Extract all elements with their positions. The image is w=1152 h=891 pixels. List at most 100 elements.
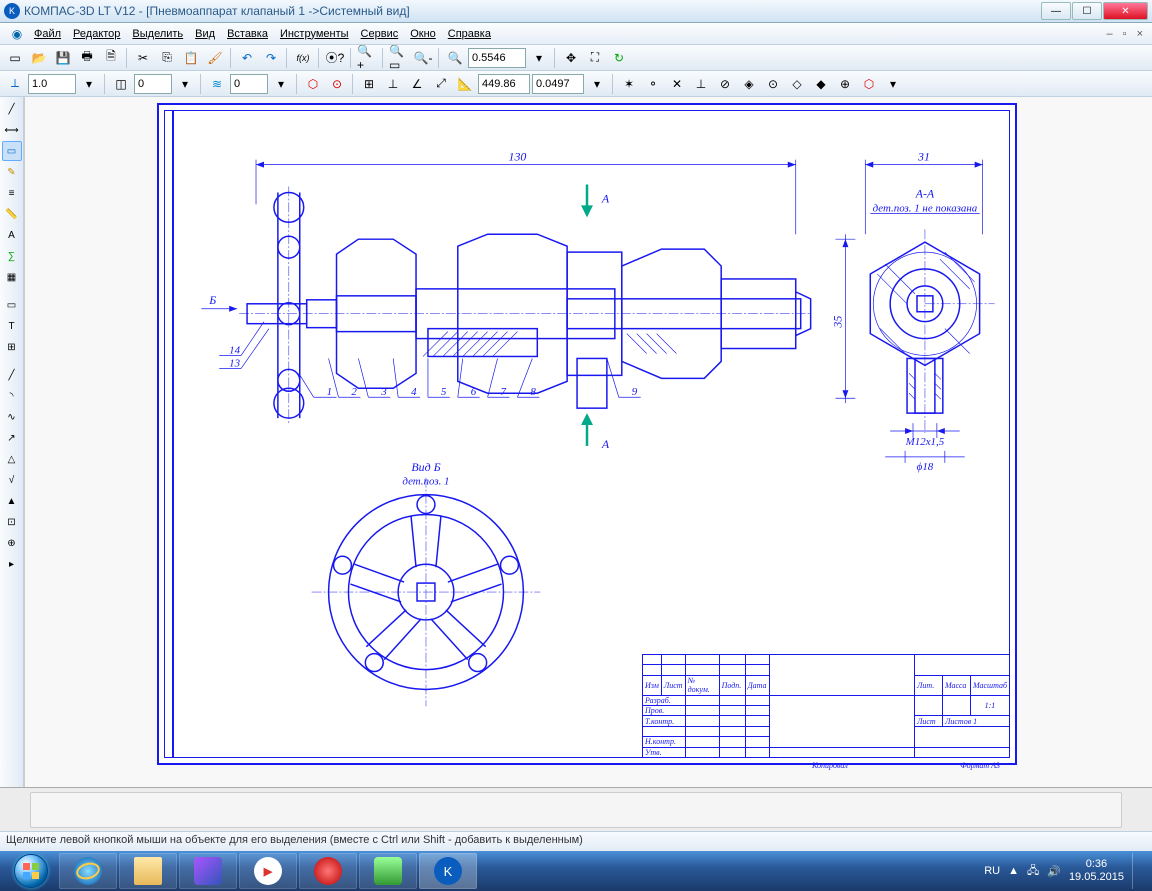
maximize-button[interactable]: ☐ <box>1072 2 1102 20</box>
snap-int-icon[interactable]: ✕ <box>666 73 688 95</box>
snap-tan-icon[interactable]: ⊘ <box>714 73 736 95</box>
tool-edit-icon[interactable]: ✎ <box>2 162 22 182</box>
menu-window[interactable]: Окно <box>404 26 442 42</box>
menu-insert[interactable]: Вставка <box>221 26 274 42</box>
tool-table-icon[interactable]: ⊞ <box>2 337 22 357</box>
track-icon[interactable]: ⤢ <box>430 73 452 95</box>
undo-icon[interactable]: ↶ <box>236 47 258 69</box>
save-icon[interactable]: 💾 <box>52 47 74 69</box>
tool-line-icon[interactable]: ╱ <box>2 365 22 385</box>
tool-arc-icon[interactable]: ◝ <box>2 386 22 406</box>
minimize-button[interactable]: — <box>1041 2 1071 20</box>
dropdown-icon[interactable]: ▾ <box>586 73 608 95</box>
dropdown-icon[interactable]: ▾ <box>270 73 292 95</box>
menu-select[interactable]: Выделить <box>126 26 189 42</box>
dropdown-icon[interactable]: ▾ <box>174 73 196 95</box>
zoom-window-icon[interactable]: 🔍▭ <box>388 47 410 69</box>
dropdown-icon[interactable]: ▾ <box>528 47 550 69</box>
pan-icon[interactable]: ✥ <box>560 47 582 69</box>
copy-icon[interactable]: ⎘ <box>156 47 178 69</box>
snap-magnet-icon[interactable]: ⊙ <box>326 73 348 95</box>
tool-tolerance-icon[interactable]: ⊡ <box>2 512 22 532</box>
snap-end-icon[interactable]: ✶ <box>618 73 640 95</box>
fit-icon[interactable]: ⛶ <box>584 47 606 69</box>
snap-node-icon[interactable]: ◇ <box>786 73 808 95</box>
tool-measure-icon[interactable]: 📏 <box>2 204 22 224</box>
taskbar-app3[interactable] <box>359 853 417 889</box>
layer-input[interactable] <box>134 74 172 94</box>
tray-flag-icon[interactable]: ▲ <box>1008 865 1019 877</box>
dropdown-icon[interactable]: ▾ <box>882 73 904 95</box>
dropdown-icon[interactable]: ▾ <box>78 73 100 95</box>
snap-near-icon[interactable]: ◈ <box>738 73 760 95</box>
snap-icon[interactable]: ⟂ <box>4 73 26 95</box>
menu-view[interactable]: Вид <box>189 26 221 42</box>
tool-dim-icon[interactable]: ⟷ <box>2 120 22 140</box>
mdi-minimize[interactable]: – <box>1104 28 1116 40</box>
tray-network-icon[interactable]: 🖧 <box>1027 862 1039 881</box>
drawing-canvas[interactable]: 130 31 А А <box>24 97 1152 787</box>
zoom-tool-icon[interactable]: 🔍 <box>444 47 466 69</box>
tool-rough-icon[interactable]: √ <box>2 470 22 490</box>
zoom-value-input[interactable] <box>468 48 526 68</box>
line-width-input[interactable] <box>28 74 76 94</box>
refresh-icon[interactable]: ↻ <box>608 47 630 69</box>
help-pointer-icon[interactable]: ⦿? <box>324 47 346 69</box>
taskbar-explorer[interactable] <box>119 853 177 889</box>
tray-lang[interactable]: RU <box>984 865 1000 877</box>
coord-y-input[interactable] <box>532 74 584 94</box>
style-input[interactable] <box>230 74 268 94</box>
tool-hatch-icon[interactable]: ▦ <box>2 267 22 287</box>
snap-quad-icon[interactable]: ◆ <box>810 73 832 95</box>
layer-icon[interactable]: ◫ <box>110 73 132 95</box>
snap-center-icon[interactable]: ⊙ <box>762 73 784 95</box>
coord-x-input[interactable] <box>478 74 530 94</box>
taskbar-app1[interactable] <box>179 853 237 889</box>
snap-perp-icon[interactable]: ⊥ <box>690 73 712 95</box>
tool-rect-icon[interactable]: ▭ <box>2 295 22 315</box>
tool-leader-icon[interactable]: ↗ <box>2 428 22 448</box>
zoom-out-icon[interactable]: 🔍- <box>412 47 434 69</box>
snap-ins-icon[interactable]: ⊕ <box>834 73 856 95</box>
style-icon[interactable]: ≋ <box>206 73 228 95</box>
tool-select-icon[interactable]: ▭ <box>2 141 22 161</box>
tool-text2-icon[interactable]: T <box>2 316 22 336</box>
menu-help[interactable]: Справка <box>442 26 497 42</box>
tray-volume-icon[interactable]: 🔊 <box>1047 865 1061 878</box>
snap-para-icon[interactable]: ⬡ <box>858 73 880 95</box>
expand-icon[interactable]: ▸ <box>2 554 22 574</box>
taskbar-ie[interactable] <box>59 853 117 889</box>
menu-service[interactable]: Сервис <box>355 26 405 42</box>
menu-tools[interactable]: Инструменты <box>274 26 355 42</box>
mdi-restore[interactable]: ▫ <box>1120 28 1130 40</box>
start-button[interactable] <box>4 851 58 891</box>
tool-text-icon[interactable]: A <box>2 225 22 245</box>
grid-icon[interactable]: ⊞ <box>358 73 380 95</box>
show-desktop-button[interactable] <box>1132 853 1140 889</box>
tool-geometry-icon[interactable]: ╱ <box>2 99 22 119</box>
preview-icon[interactable]: 🗎 <box>100 47 122 69</box>
tool-param-icon[interactable]: ≡ <box>2 183 22 203</box>
mdi-close[interactable]: × <box>1134 28 1146 40</box>
tool-spline-icon[interactable]: ∿ <box>2 407 22 427</box>
new-doc-icon[interactable]: ▭ <box>4 47 26 69</box>
brush-icon[interactable]: 🖌 <box>204 47 226 69</box>
taskbar-kompas[interactable]: K <box>419 853 477 889</box>
tool-center-icon[interactable]: ⊕ <box>2 533 22 553</box>
tool-mark-icon[interactable]: △ <box>2 449 22 469</box>
app-menu-icon[interactable]: ◉ <box>6 23 28 45</box>
taskbar-opera[interactable] <box>299 853 357 889</box>
angle-icon[interactable]: ∠ <box>406 73 428 95</box>
open-icon[interactable]: 📂 <box>28 47 50 69</box>
fx-icon[interactable]: f(x) <box>292 47 314 69</box>
tray-clock[interactable]: 0:36 19.05.2015 <box>1069 858 1124 884</box>
taskbar-app2[interactable]: ▶ <box>239 853 297 889</box>
tool-symbol-icon[interactable]: ∑ <box>2 246 22 266</box>
menu-edit[interactable]: Редактор <box>67 26 126 42</box>
menu-file[interactable]: Файл <box>28 26 67 42</box>
close-button[interactable]: ✕ <box>1103 2 1148 20</box>
snap-point-icon[interactable]: ⬡ <box>302 73 324 95</box>
ortho-icon[interactable]: ⊥ <box>382 73 404 95</box>
paste-icon[interactable]: 📋 <box>180 47 202 69</box>
print-icon[interactable]: 🖶 <box>76 47 98 69</box>
